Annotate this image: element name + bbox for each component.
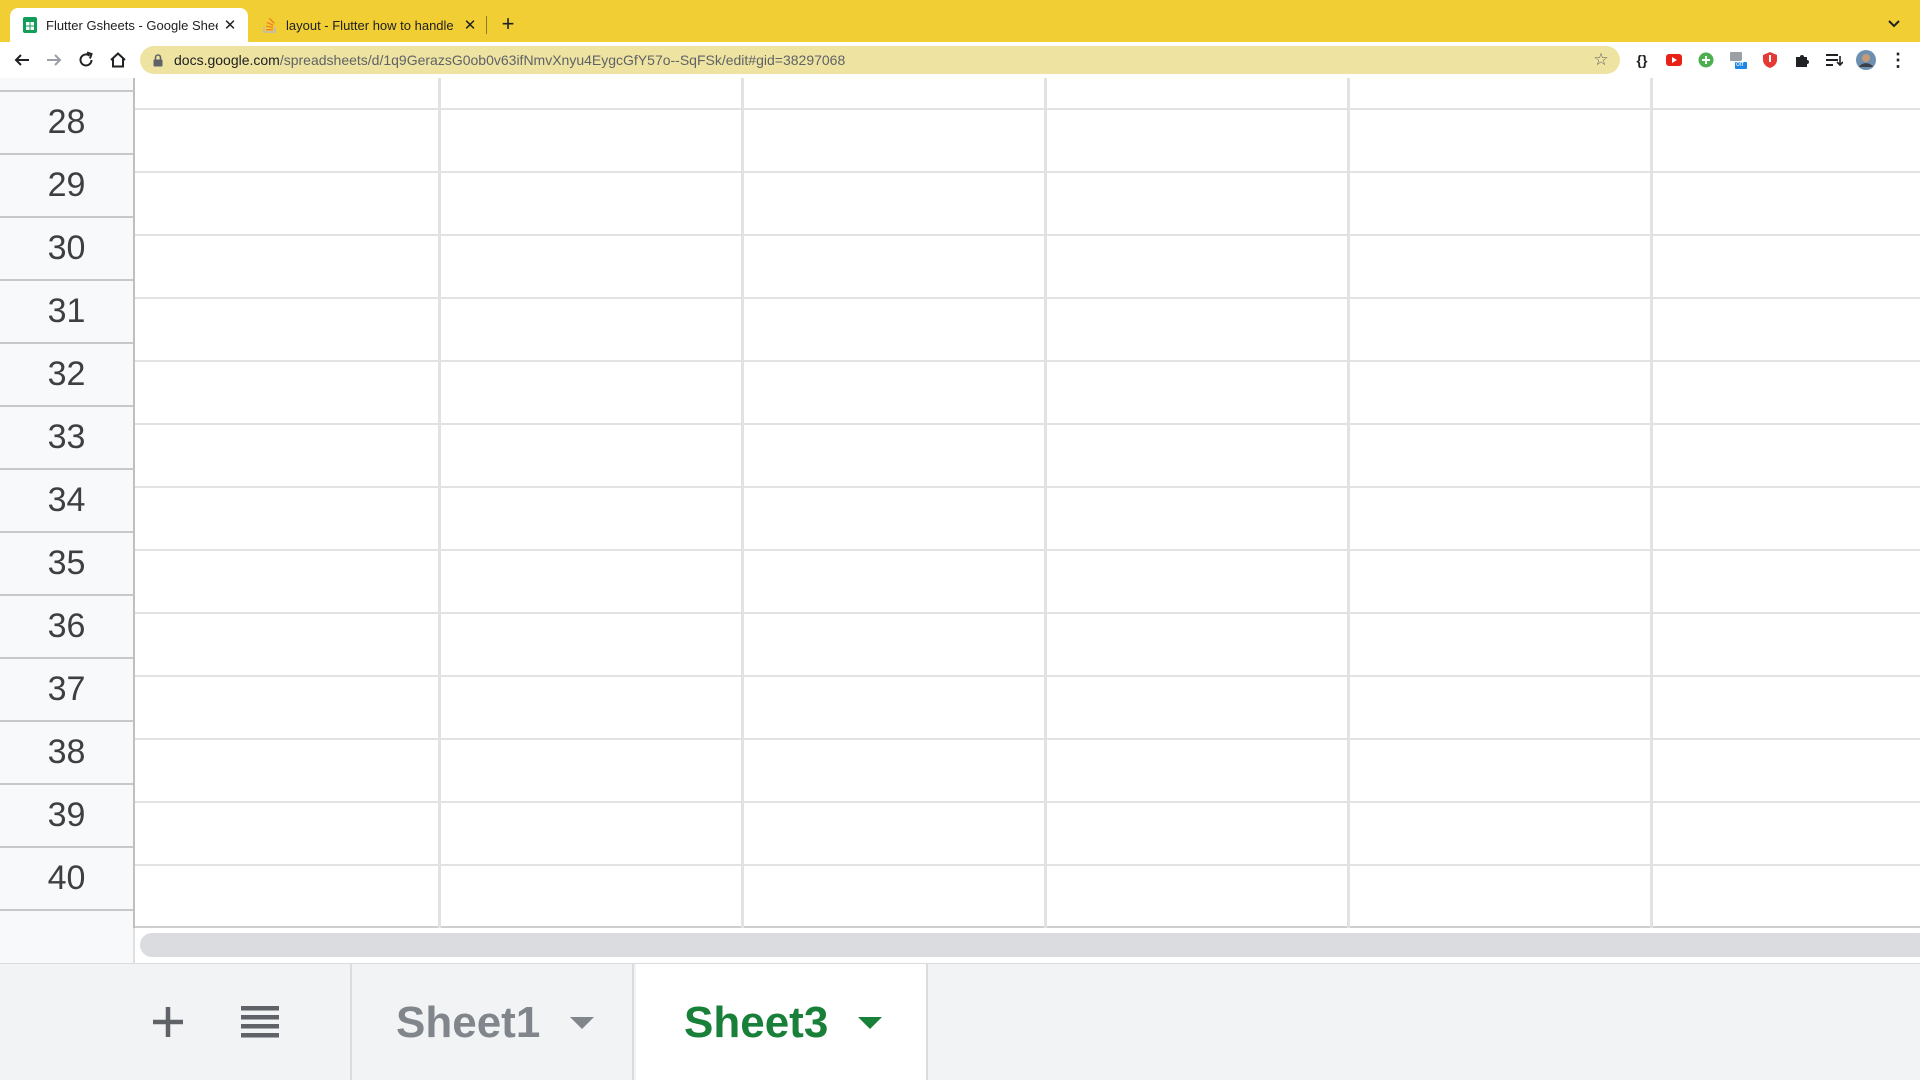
braces-icon[interactable]: {}	[1632, 50, 1652, 70]
screen: Flutter Gsheets - Google Sheets ✕ layout…	[0, 0, 1920, 1080]
row-header-column: 27 28 29 30 31 32 33 34 35 36 37 38 39 4…	[0, 78, 135, 963]
row-number[interactable]: 32	[0, 344, 133, 407]
gridline	[438, 78, 441, 928]
row-number[interactable]: 33	[0, 407, 133, 470]
extension-badge: off	[1736, 61, 1744, 68]
row-number[interactable]: 29	[0, 155, 133, 218]
row-number[interactable]: 38	[0, 722, 133, 785]
bookmark-star-icon[interactable]: ☆	[1592, 50, 1610, 69]
sheet-tab-label: Sheet3	[684, 997, 829, 1047]
spreadsheet-grid[interactable]: 27 28 29 30 31 32 33 34 35 36 37 38 39 4…	[0, 78, 1920, 963]
tab-title: layout - Flutter how to handle image	[286, 17, 458, 33]
row-number[interactable]: 30	[0, 218, 133, 281]
tab-title: Flutter Gsheets - Google Sheets	[46, 17, 218, 33]
home-icon[interactable]	[106, 48, 130, 72]
plus-icon	[151, 1005, 185, 1044]
dropdown-caret-icon[interactable]	[570, 1016, 595, 1029]
puzzle-icon[interactable]	[1792, 50, 1812, 70]
all-sheets-button[interactable]	[238, 1002, 282, 1046]
reload-icon[interactable]	[74, 48, 98, 72]
google-sheets-icon	[22, 17, 38, 33]
plus-circle-icon[interactable]	[1696, 50, 1716, 70]
add-sheet-button[interactable]	[146, 1002, 190, 1046]
more-icon[interactable]: ⋮	[1888, 50, 1908, 70]
browser-tab-sheets[interactable]: Flutter Gsheets - Google Sheets ✕	[10, 8, 248, 42]
row-number[interactable]: 34	[0, 470, 133, 533]
sheet-tab-label: Sheet1	[396, 997, 541, 1047]
row-number[interactable]: 39	[0, 785, 133, 848]
stack-overflow-icon	[262, 17, 278, 33]
camera-off-icon[interactable]: off	[1728, 50, 1748, 70]
sheet-tab-sheet3[interactable]: Sheet3	[636, 964, 928, 1080]
url-text: docs.google.com/spreadsheets/d/1q9Gerazs…	[174, 52, 845, 68]
avatar[interactable]	[1856, 50, 1876, 70]
new-tab-button[interactable]: +	[496, 11, 520, 36]
list-icon	[241, 1005, 279, 1044]
gridline	[1044, 78, 1047, 928]
horizontal-scrollbar-thumb[interactable]	[140, 933, 1920, 957]
back-arrow-icon[interactable]	[10, 48, 34, 72]
row-number[interactable]: 28	[0, 92, 133, 155]
close-icon[interactable]: ✕	[462, 17, 478, 34]
browser-tab-strip: Flutter Gsheets - Google Sheets ✕ layout…	[0, 0, 1920, 42]
row-number[interactable]: 40	[0, 848, 133, 911]
youtube-icon[interactable]	[1664, 50, 1684, 70]
reading-list-icon[interactable]	[1824, 50, 1844, 70]
row-number[interactable]: 31	[0, 281, 133, 344]
url-host: docs.google.com	[174, 52, 280, 68]
sheet-tab-sheet1[interactable]: Sheet1	[350, 964, 634, 1080]
forward-arrow-icon[interactable]	[42, 48, 66, 72]
gridline	[1347, 78, 1350, 928]
address-bar[interactable]: docs.google.com/spreadsheets/d/1q9Gerazs…	[140, 46, 1620, 74]
gridline	[1650, 78, 1653, 928]
tab-separator	[486, 16, 487, 34]
dropdown-caret-icon[interactable]	[858, 1016, 883, 1029]
browser-toolbar: docs.google.com/spreadsheets/d/1q9Gerazs…	[0, 42, 1920, 78]
row-header-corner	[0, 928, 135, 963]
row-number[interactable]: 35	[0, 533, 133, 596]
chevron-down-icon[interactable]	[1882, 12, 1906, 36]
sheet-tab-bar: Sheet1 Sheet3	[0, 963, 1920, 1080]
row-number[interactable]: 37	[0, 659, 133, 722]
row-number[interactable]: 36	[0, 596, 133, 659]
close-icon[interactable]: ✕	[222, 17, 238, 34]
lock-icon	[152, 53, 164, 67]
row-number[interactable]: 27	[0, 78, 133, 92]
browser-tab-stackoverflow[interactable]: layout - Flutter how to handle image ✕	[250, 8, 488, 42]
url-path: /spreadsheets/d/1q9GerazsG0ob0v63ifNmvXn…	[279, 52, 846, 68]
gridline	[741, 78, 744, 928]
shield-icon[interactable]	[1760, 50, 1780, 70]
